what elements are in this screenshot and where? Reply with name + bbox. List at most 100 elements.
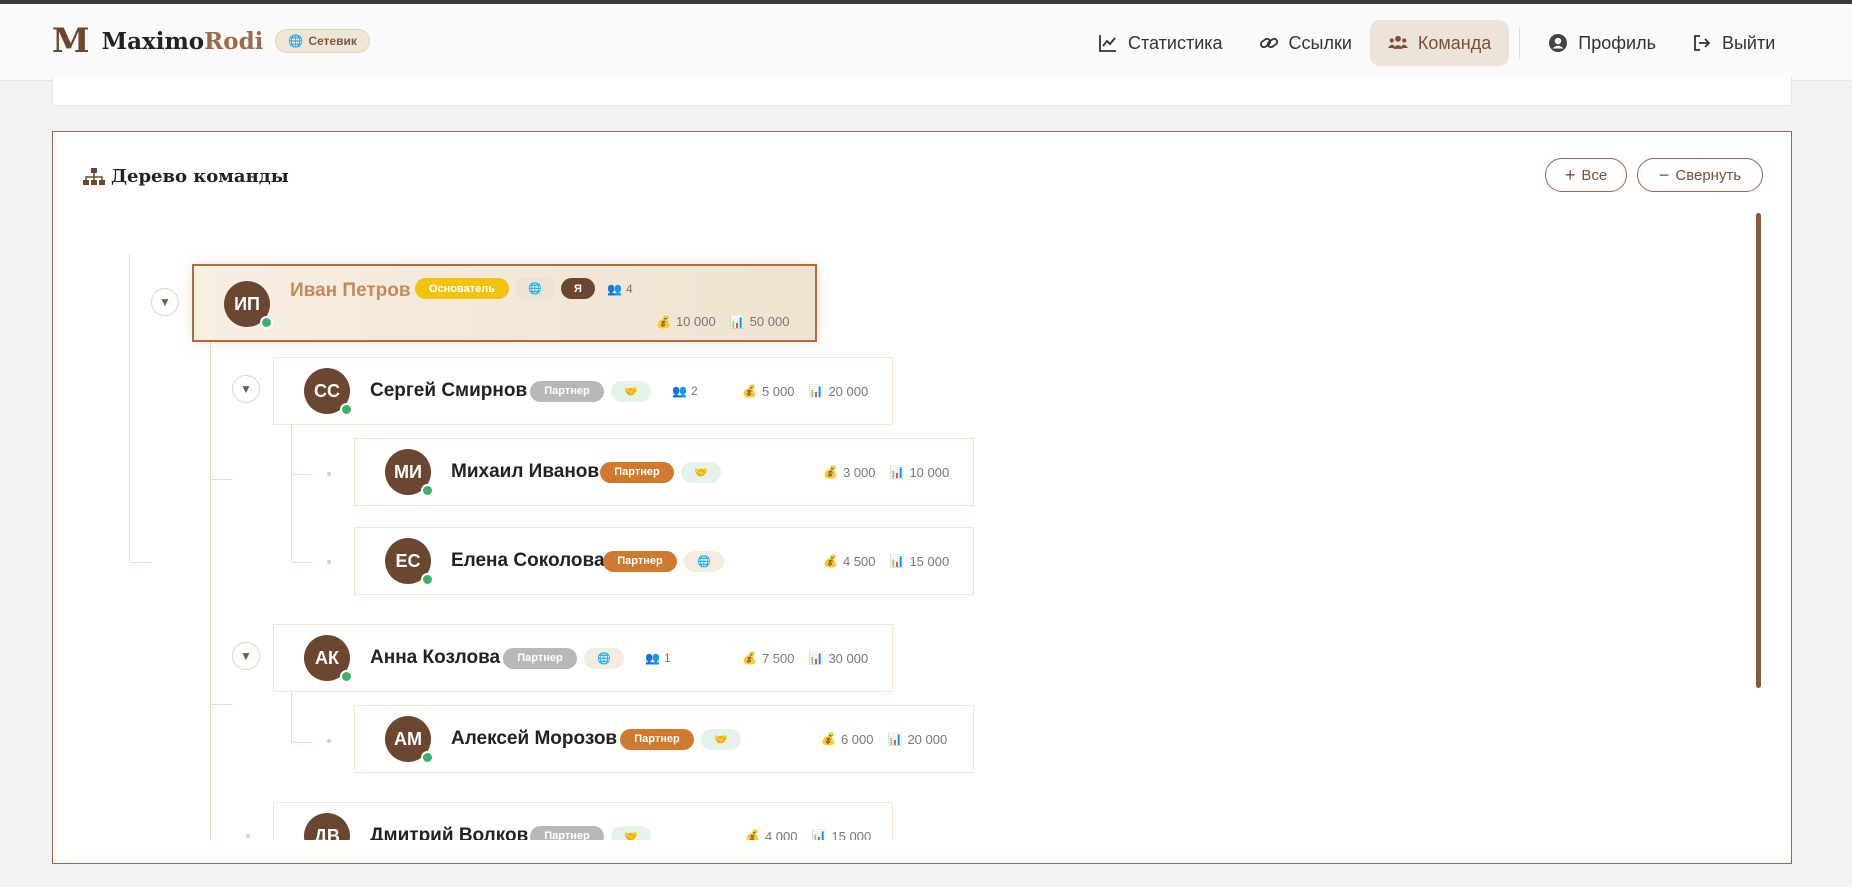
tree-connector <box>210 479 232 480</box>
tree-node[interactable]: МИ Михаил Иванов Партнер 🤝 💰 3 000 📊 10 00… <box>354 438 974 506</box>
leaf-marker <box>327 560 331 564</box>
tree-connector <box>210 328 211 840</box>
handshake-icon: 🤝 <box>681 461 721 483</box>
money-bag-icon: 💰 <box>823 554 838 568</box>
tree-node[interactable]: АМ Алексей Морозов Партнер 🤝 💰 6 000 📊 20 … <box>354 705 974 773</box>
node-name: Дмитрий Волков <box>370 825 529 840</box>
online-status-dot <box>340 670 353 683</box>
node-name: Елена Соколова <box>451 550 605 571</box>
me-badge: Я <box>561 278 595 299</box>
brand-logo[interactable]: M MaximoRodi 🌐 Сетевик <box>52 24 370 58</box>
avatar: АМ <box>385 716 434 764</box>
leaf-marker <box>246 834 250 838</box>
money-bag-icon: 💰 <box>821 732 836 746</box>
navbar: M MaximoRodi 🌐 Сетевик Статистика Ссылки… <box>0 4 1852 81</box>
online-status-dot <box>421 573 434 586</box>
team-count: 👥 4 <box>607 282 633 296</box>
team-tree-card: Дерево команды + Все − Свернуть ▼ ИП Ива… <box>52 131 1792 864</box>
handshake-icon: 🤝 <box>701 728 741 750</box>
globe-icon: 🌐 <box>684 550 724 572</box>
users-icon <box>1387 35 1408 49</box>
node-stats: 💰 4 000 📊 15 000 <box>745 829 871 841</box>
globe-icon: 🌐 <box>584 647 624 669</box>
node-stats: 💰 10 000 📊 50 000 <box>656 314 790 329</box>
tree-node-root[interactable]: ИП Иван Петров Основатель 🌐 Я 👥 4 💰 10 000… <box>192 264 817 342</box>
tree-connector <box>210 704 232 705</box>
role-badge-partner: Партнер <box>603 550 677 572</box>
avatar: СС <box>304 368 353 416</box>
node-name: Михаил Иванов <box>451 461 600 482</box>
node-stats: 💰 3 000 📊 10 000 <box>823 464 950 480</box>
leaf-marker <box>327 472 331 476</box>
role-badge: 🌐 Сетевик <box>275 29 370 53</box>
online-status-dot <box>421 484 434 497</box>
globe-icon: 🌐 <box>288 34 304 48</box>
team-count: 👥 1 <box>645 651 671 665</box>
nav-logout[interactable]: Выйти <box>1674 20 1793 66</box>
collapse-toggle[interactable]: ▼ <box>232 375 260 403</box>
bar-chart-icon: 📊 <box>808 651 824 665</box>
main-nav: Статистика Ссылки Команда Профиль Выйти <box>1080 20 1793 66</box>
tree-connector <box>129 254 130 562</box>
users-icon: 👥 <box>672 384 687 398</box>
plus-icon: + <box>1564 164 1576 185</box>
role-badge-partner: Партнер <box>530 825 604 840</box>
money-bag-icon: 💰 <box>823 465 838 479</box>
bar-chart-icon: 📊 <box>889 554 905 568</box>
tree-connector <box>291 402 292 562</box>
money-bag-icon: 💰 <box>742 651 757 665</box>
logout-icon <box>1694 35 1711 51</box>
avatar: МИ <box>385 449 434 497</box>
collapse-button[interactable]: − Свернуть <box>1637 158 1763 192</box>
node-stats: 💰 4 500 📊 15 000 <box>823 553 950 569</box>
collapse-toggle[interactable]: ▼ <box>151 288 179 316</box>
money-bag-icon: 💰 <box>742 384 757 398</box>
node-name: Сергей Смирнов <box>370 380 528 401</box>
users-icon: 👥 <box>645 651 660 665</box>
user-circle-icon <box>1549 34 1568 52</box>
team-count: 👥 2 <box>672 384 698 398</box>
users-icon: 👥 <box>607 282 622 296</box>
node-stats: 💰 5 000 📊 20 000 <box>742 383 869 399</box>
tree-connector <box>291 742 313 743</box>
tree-connector <box>291 474 313 475</box>
tree-node[interactable]: ЕС Елена Соколова Партнер 🌐 💰 4 500 📊 15 0… <box>354 527 974 595</box>
avatar: ЕС <box>385 538 434 586</box>
avatar: ДВ <box>304 813 350 840</box>
nav-profile[interactable]: Профиль <box>1530 20 1674 66</box>
nav-statistics[interactable]: Статистика <box>1080 20 1241 66</box>
brand-name: MaximoRodi <box>101 27 264 55</box>
globe-icon: 🌐 <box>515 278 555 299</box>
tree-node[interactable]: СС Сергей Смирнов Партнер 🤝 👥 2 💰 5 000 📊 2… <box>273 357 893 425</box>
money-bag-icon: 💰 <box>656 314 671 329</box>
role-badge-partner: Партнер <box>600 461 674 483</box>
role-badge-partner: Партнер <box>503 647 577 669</box>
role-badge-partner: Партнер <box>620 728 694 750</box>
sitemap-icon <box>83 167 105 185</box>
avatar: ИП <box>224 281 273 329</box>
tree-node[interactable]: ДВ Дмитрий Волков Партнер 🤝 💰 4 000 📊 15 0… <box>273 802 893 840</box>
link-icon <box>1259 37 1278 49</box>
brand-letter: M <box>52 21 90 61</box>
nav-links[interactable]: Ссылки <box>1241 20 1370 66</box>
node-name: Алексей Морозов <box>451 728 618 749</box>
money-bag-icon: 💰 <box>745 829 760 840</box>
role-badge-partner: Партнер <box>530 380 604 402</box>
tree-area: ▼ ИП Иван Петров Основатель 🌐 Я 👥 4 💰 10 0… <box>53 202 1773 840</box>
chart-line-icon <box>1099 35 1116 52</box>
card-title: Дерево команды <box>83 166 289 187</box>
node-name: Анна Козлова <box>370 647 501 668</box>
bar-chart-icon: 📊 <box>889 465 905 479</box>
role-badge-founder: Основатель <box>415 278 509 299</box>
online-status-dot <box>340 403 353 416</box>
minus-icon: − <box>1658 164 1670 185</box>
node-stats: 💰 6 000 📊 20 000 <box>821 731 948 747</box>
collapse-toggle[interactable]: ▼ <box>232 642 260 670</box>
tree-node[interactable]: АК Анна Козлова Партнер 🌐 👥 1 💰 7 500 📊 30 … <box>273 624 893 692</box>
bar-chart-icon: 📊 <box>729 314 745 329</box>
bar-chart-icon: 📊 <box>887 732 903 746</box>
nav-team[interactable]: Команда <box>1369 20 1510 66</box>
nav-separator <box>1519 27 1521 59</box>
online-status-dot <box>421 751 434 764</box>
expand-all-button[interactable]: + Все <box>1545 158 1627 192</box>
